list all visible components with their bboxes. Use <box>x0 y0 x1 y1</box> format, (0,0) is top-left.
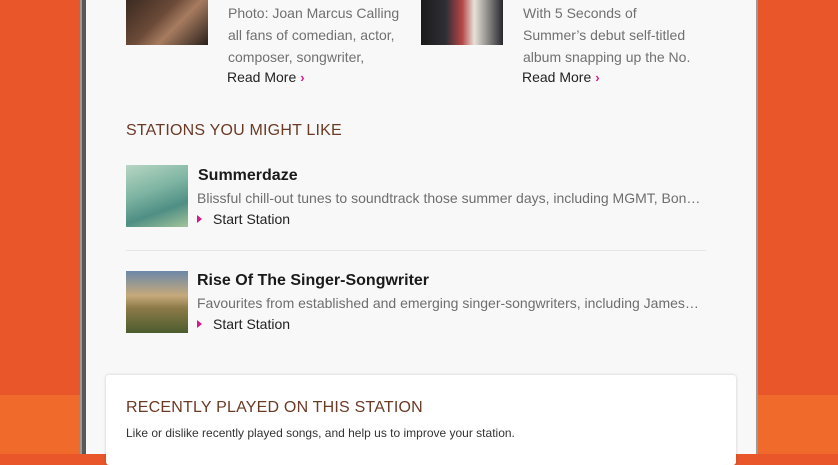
play-triangle-icon <box>197 215 202 223</box>
station-thumbnail-summerdaze[interactable] <box>126 165 188 227</box>
station-divider <box>126 250 706 251</box>
read-more-link[interactable]: Read More › <box>227 69 305 85</box>
station-description: Blissful chill-out tunes to soundtrack t… <box>197 190 701 206</box>
article-thumbnail-portrait[interactable] <box>126 0 208 45</box>
article-excerpt: Photo: Joan Marcus Calling all fans of c… <box>228 5 400 65</box>
start-station-button[interactable]: Start Station <box>197 211 290 227</box>
start-station-label: Start Station <box>213 316 291 332</box>
stations-section-title: STATIONS YOU MIGHT LIKE <box>126 122 342 139</box>
start-station-label: Start Station <box>213 211 291 227</box>
read-more-label: Read More <box>227 69 297 85</box>
recently-played-description: Like or dislike recently played songs, a… <box>126 426 515 440</box>
play-triangle-icon <box>197 320 202 328</box>
station-name[interactable]: Summerdaze <box>198 167 298 185</box>
start-station-button[interactable]: Start Station <box>197 316 290 332</box>
read-more-link[interactable]: Read More › <box>522 69 600 85</box>
read-more-label: Read More <box>522 69 592 85</box>
station-thumbnail-singer-songwriter[interactable] <box>126 271 188 333</box>
article-thumbnail-band[interactable] <box>421 0 503 45</box>
recently-played-card <box>106 375 736 465</box>
recently-played-title: RECENTLY PLAYED ON THIS STATION <box>126 399 423 416</box>
chevron-right-icon: › <box>300 70 305 85</box>
article-excerpt: With 5 Seconds of Summer’s debut self-ti… <box>523 5 691 65</box>
chevron-right-icon: › <box>595 70 600 85</box>
station-description: Favourites from established and emerging… <box>197 295 699 311</box>
station-name[interactable]: Rise Of The Singer-Songwriter <box>197 272 429 290</box>
